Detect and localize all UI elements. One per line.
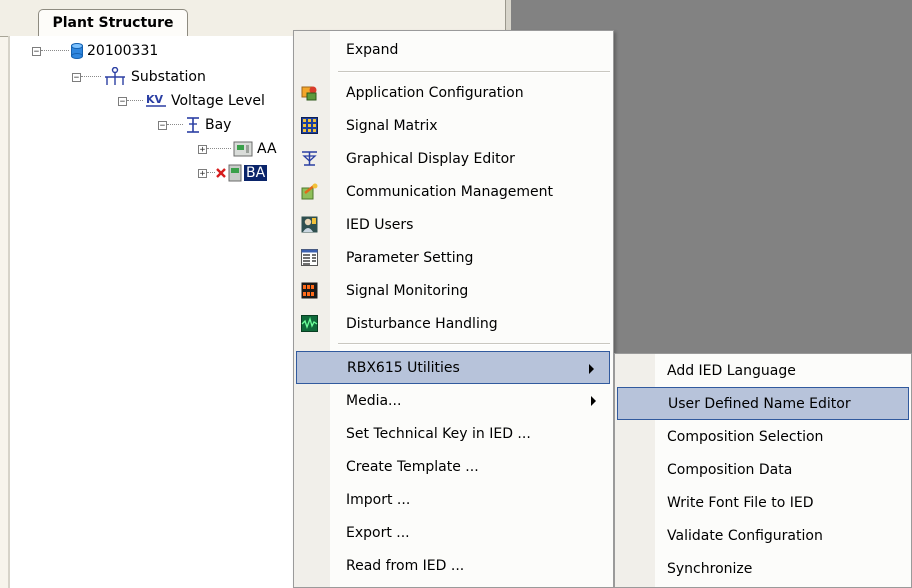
menu-item-media[interactable]: Media... <box>295 384 613 417</box>
menu-item-application-configuration[interactable]: Application Configuration <box>295 76 613 109</box>
submenu-item-synchronize[interactable]: Synchronize <box>616 552 910 585</box>
communication-icon <box>301 183 318 200</box>
ied-device-icon <box>233 141 253 157</box>
signal-matrix-icon <box>301 117 318 134</box>
tree-label-ied-ba: BA <box>244 165 268 181</box>
collapse-icon[interactable]: − <box>72 72 81 82</box>
tree-label-voltage-level: Voltage Level <box>171 93 265 109</box>
collapse-icon[interactable]: − <box>118 96 127 106</box>
tree-node-root[interactable]: − 20100331 <box>32 40 158 62</box>
context-menu: Expand Application Configuration Signal … <box>293 30 614 588</box>
expand-icon[interactable]: + <box>198 168 207 178</box>
menu-item-export[interactable]: Export ... <box>295 516 613 549</box>
database-icon <box>71 43 83 59</box>
display-editor-icon <box>302 151 317 166</box>
substation-icon <box>103 67 127 87</box>
tree-node-ied-ba[interactable]: + BA <box>198 162 268 184</box>
tab-plant-structure[interactable]: Plant Structure <box>38 9 188 36</box>
submenu-item-write-font-file[interactable]: Write Font File to IED <box>616 486 910 519</box>
menu-item-rbx615-utilities[interactable]: RBX615 Utilities <box>296 351 610 384</box>
tree-label-root: 20100331 <box>87 43 159 59</box>
parameter-icon <box>301 249 318 266</box>
menu-item-expand[interactable]: Expand <box>295 33 613 66</box>
tree-label-bay: Bay <box>205 117 232 133</box>
collapse-icon[interactable]: − <box>32 46 41 56</box>
app-config-icon <box>301 86 317 101</box>
tree-label-substation: Substation <box>131 69 206 85</box>
menu-item-signal-monitoring[interactable]: Signal Monitoring <box>295 274 613 307</box>
monitoring-icon <box>301 282 318 299</box>
menu-item-graphical-display-editor[interactable]: Graphical Display Editor <box>295 142 613 175</box>
menu-item-disturbance-handling[interactable]: Disturbance Handling <box>295 307 613 340</box>
menu-item-set-technical-key[interactable]: Set Technical Key in IED ... <box>295 417 613 450</box>
menu-item-parameter-setting[interactable]: Parameter Setting <box>295 241 613 274</box>
ied-device-icon <box>228 164 242 182</box>
submenu-arrow-icon <box>591 396 596 406</box>
disturbance-icon <box>301 315 318 332</box>
tree-node-voltage-level[interactable]: − KV Voltage Level <box>118 90 265 112</box>
users-icon <box>301 216 318 233</box>
tree-node-bay[interactable]: − Bay <box>158 114 231 136</box>
submenu-item-composition-data[interactable]: Composition Data <box>616 453 910 486</box>
menu-item-ied-users[interactable]: IED Users <box>295 208 613 241</box>
submenu-item-composition-selection[interactable]: Composition Selection <box>616 420 910 453</box>
svg-text:KV: KV <box>146 93 164 106</box>
tree-label-ied-aa: AA <box>257 141 277 157</box>
submenu-arrow-icon <box>589 364 594 374</box>
menu-separator <box>338 71 610 73</box>
menu-item-communication-management[interactable]: Communication Management <box>295 175 613 208</box>
menu-item-create-template[interactable]: Create Template ... <box>295 450 613 483</box>
submenu-rbx615-utilities: Add IED Language User Defined Name Edito… <box>614 353 912 588</box>
bay-icon <box>185 116 201 134</box>
menu-item-read-from-ied[interactable]: Read from IED ... <box>295 549 613 582</box>
tree-node-substation[interactable]: − Substation <box>72 66 206 88</box>
collapse-icon[interactable]: − <box>158 120 167 130</box>
submenu-item-add-ied-language[interactable]: Add IED Language <box>616 354 910 387</box>
expand-icon[interactable]: + <box>198 144 207 154</box>
voltage-level-icon: KV <box>145 92 167 110</box>
error-x-icon <box>215 167 227 179</box>
menu-item-signal-matrix[interactable]: Signal Matrix <box>295 109 613 142</box>
submenu-item-validate-configuration[interactable]: Validate Configuration <box>616 519 910 552</box>
tree-node-ied-aa[interactable]: + AA <box>198 138 277 160</box>
menu-separator <box>338 343 610 345</box>
menu-item-import[interactable]: Import ... <box>295 483 613 516</box>
submenu-item-user-defined-name-editor[interactable]: User Defined Name Editor <box>617 387 909 420</box>
